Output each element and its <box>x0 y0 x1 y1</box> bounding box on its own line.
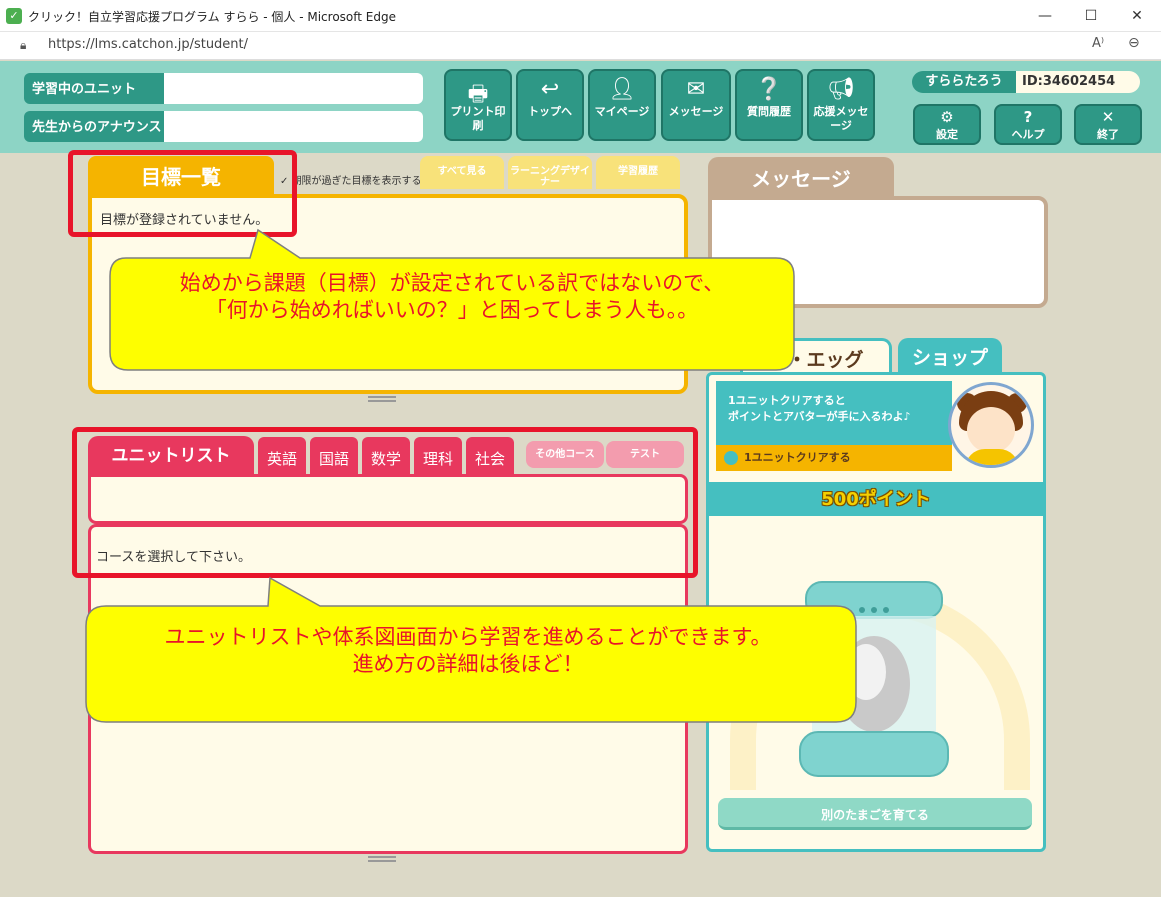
cheer-message-button[interactable]: 📢︎ 応援メッセージ <box>807 69 875 141</box>
callout-goals-line-2: 「何から始めればいいの？」と困ってしまう人も。。 <box>205 298 699 322</box>
view-all-tab[interactable]: すべて見る <box>420 156 504 189</box>
callout-goals-line-1: 始めから課題（目標）が設定されている訳ではないので、 <box>179 271 725 295</box>
learning-history-tab[interactable]: 学習履歴 <box>596 156 680 189</box>
return-arrow-icon: ↩ <box>540 77 560 102</box>
promo-action[interactable]: 1ユニットクリアする <box>716 445 952 471</box>
close-window-button[interactable]: ✕ <box>1114 0 1160 32</box>
announcement-label: 先生からのアナウンス <box>24 111 164 142</box>
exit-button[interactable]: ✕ 終了 <box>1074 104 1142 145</box>
minimize-button[interactable]: — <box>1022 0 1068 32</box>
maximize-button[interactable]: ☐ <box>1068 0 1114 32</box>
person-icon: 👤︎ <box>608 77 636 102</box>
top-button[interactable]: ↩ トップへ <box>516 69 584 141</box>
app-icon: ✓ <box>6 8 22 24</box>
goals-highlight-box <box>68 150 297 237</box>
expired-goals-checkbox[interactable]: ✓ 期限が過ぎた目標を表示する <box>280 172 422 187</box>
user-name: すららたろう <box>912 71 1016 93</box>
shop-tab[interactable]: ショップ <box>898 338 1002 376</box>
points-display: 500ポイント <box>709 482 1043 516</box>
question-history-button[interactable]: ❔ 質問履歴 <box>735 69 803 141</box>
envelope-icon: ✉ <box>686 77 706 102</box>
promo-line-1: 1ユニットクリアすると <box>728 394 846 407</box>
question-mark-icon: ? <box>1023 108 1033 126</box>
callout-units-line-1: ユニットリストや体系図画面から学習を進めることができます。 <box>164 625 772 649</box>
promo-line-2: ポイントとアバターが手に入るわよ♪ <box>728 410 911 423</box>
promo-action-label: 1ユニットクリアする <box>744 451 851 464</box>
lock-icon[interactable]: 🔒︎ <box>20 38 26 53</box>
avatar <box>948 382 1034 468</box>
read-aloud-icon[interactable]: A⁾ <box>1092 36 1104 51</box>
close-icon: ✕ <box>1101 108 1115 126</box>
help-button[interactable]: ? ヘルプ <box>994 104 1062 145</box>
url-field[interactable]: https://lms.catchon.jp/student/ <box>48 37 248 52</box>
flag-icon <box>724 451 738 465</box>
question-bubble-icon: ❔ <box>755 77 783 102</box>
callout-goals-text: 始めから課題（目標）が設定されている訳ではないので、 「何から始めればいいの？」… <box>112 270 792 324</box>
goals-resize-handle[interactable] <box>368 396 396 402</box>
studying-unit-label: 学習中のユニット <box>24 73 164 104</box>
promo-banner: 1ユニットクリアすると ポイントとアバターが手に入るわよ♪ <box>716 381 952 445</box>
window-title: クリック！自立学習応援プログラム すらら - 個人 - Microsoft Ed… <box>28 10 396 24</box>
egg-capsule <box>799 581 949 777</box>
zoom-out-icon[interactable]: ⊖ <box>1128 35 1140 51</box>
learning-designer-tab[interactable]: ラーニングデザイナー <box>508 156 592 189</box>
studying-unit-field <box>164 73 423 104</box>
callout-units-text: ユニットリストや体系図画面から学習を進めることができます。 進め方の詳細は後ほど… <box>88 624 848 678</box>
settings-button[interactable]: ⚙ 設定 <box>913 104 981 145</box>
callout-units-line-2: 進め方の詳細は後ほど！ <box>352 652 584 676</box>
megaphone-icon: 📢︎ <box>827 77 855 102</box>
gear-icon: ⚙ <box>940 108 954 126</box>
unit-resize-handle[interactable] <box>368 856 396 862</box>
message-button[interactable]: ✉ メッセージ <box>661 69 731 141</box>
expired-goals-label: 期限が過ぎた目標を表示する <box>291 176 422 187</box>
user-id: ID:34602454 <box>1016 71 1140 93</box>
unit-list-highlight-box <box>72 427 698 578</box>
mypage-button[interactable]: 👤︎ マイページ <box>588 69 656 141</box>
printer-icon: 🖶 <box>467 82 489 107</box>
grow-other-egg-button[interactable]: 別のたまごを育てる <box>718 798 1032 830</box>
message-tab[interactable]: メッセージ <box>708 157 894 199</box>
print-button[interactable]: 🖶 プリント印刷 <box>444 69 512 141</box>
egg-tab[interactable]: ブ・エッグ <box>740 338 892 376</box>
announcement-field <box>164 111 423 142</box>
